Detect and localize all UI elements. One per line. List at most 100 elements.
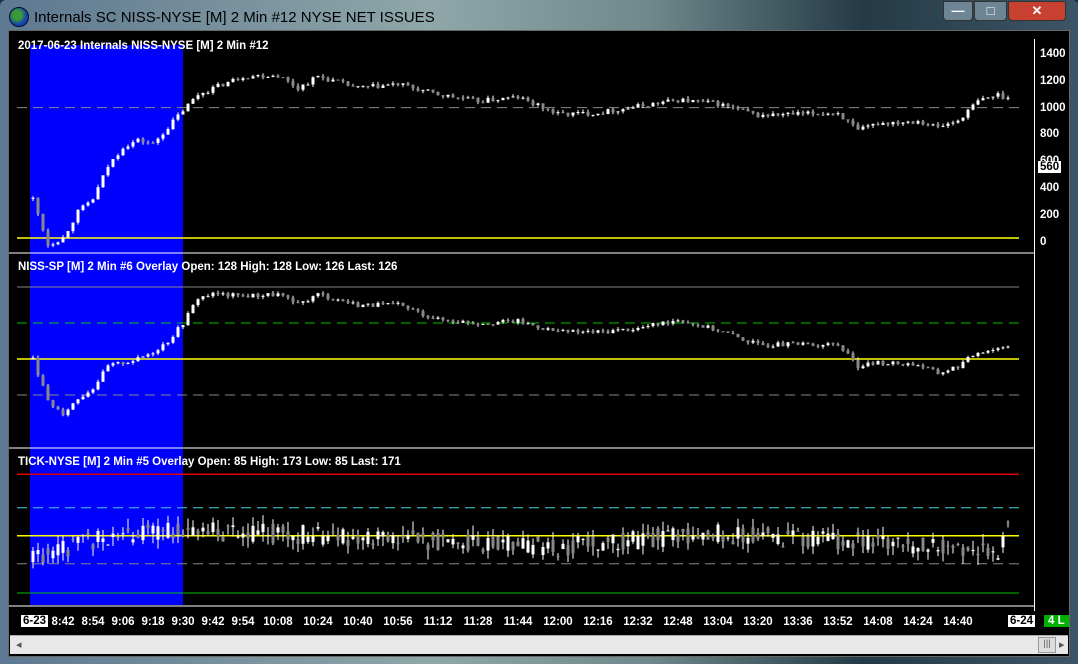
- candle-body: [201, 93, 205, 96]
- candle-body: [816, 536, 820, 545]
- candle-body: [831, 532, 835, 540]
- candle-body: [346, 81, 350, 86]
- minimize-button[interactable]: —: [943, 1, 973, 21]
- candle-body: [891, 541, 895, 547]
- candle-body: [561, 112, 565, 114]
- candle-body: [686, 528, 690, 544]
- candle-body: [606, 109, 610, 114]
- candle-body: [751, 111, 755, 113]
- candle-body: [816, 345, 820, 347]
- candle-body: [326, 535, 330, 542]
- candle-body: [436, 533, 440, 550]
- candle-body: [31, 197, 35, 199]
- candle-body: [286, 295, 290, 298]
- scroll-right-arrow-icon[interactable]: ▸: [1059, 638, 1065, 651]
- candle-body: [736, 334, 740, 338]
- candle-body: [506, 535, 510, 551]
- candle-body: [586, 536, 590, 547]
- candle-body: [681, 320, 685, 323]
- candle-body: [911, 363, 915, 366]
- candle-body: [671, 528, 675, 541]
- candle-body: [976, 352, 980, 357]
- candle-body: [211, 292, 215, 297]
- candle-body: [666, 99, 670, 102]
- candle-body: [626, 328, 630, 332]
- maximize-button[interactable]: □: [974, 1, 1007, 21]
- candle-body: [541, 328, 545, 330]
- candle-body: [56, 406, 60, 410]
- candle-body: [661, 531, 665, 547]
- candle-body: [511, 320, 515, 323]
- candle-body: [656, 528, 660, 541]
- time-axis-label: 11:12: [423, 616, 453, 628]
- candle-body: [66, 549, 70, 557]
- candle-body: [321, 293, 325, 295]
- chart-canvas[interactable]: [9, 31, 1071, 635]
- candle-body: [376, 531, 380, 540]
- time-axis-label: 13:20: [743, 616, 773, 628]
- candle-body: [491, 324, 495, 326]
- candle-body: [126, 362, 130, 364]
- close-button[interactable]: ✕: [1008, 1, 1066, 21]
- horizontal-scrollbar[interactable]: ◂ ||| ▸: [10, 635, 1068, 654]
- candle-body: [531, 100, 535, 105]
- time-axis-label: 11:44: [503, 616, 533, 628]
- candle-body: [121, 362, 125, 364]
- candle-body: [856, 532, 860, 536]
- candle-body: [541, 103, 545, 109]
- candle-body: [836, 343, 840, 346]
- candle-body: [141, 525, 145, 541]
- candle-body: [241, 533, 245, 538]
- candle-body: [491, 97, 495, 102]
- candle-body: [536, 103, 540, 105]
- chart-area[interactable]: 2017-06-23 Internals NISS-NYSE [M] 2 Min…: [8, 30, 1070, 657]
- candle-body: [281, 77, 285, 79]
- candle-body: [956, 366, 960, 369]
- candle-body: [846, 350, 850, 354]
- candle-body: [846, 540, 850, 548]
- candle-body: [166, 342, 170, 345]
- candle-body: [931, 124, 935, 126]
- candle-body: [101, 538, 105, 542]
- candle-body: [646, 106, 650, 108]
- candle-body: [691, 323, 695, 325]
- scroll-thumb[interactable]: |||: [1038, 637, 1056, 653]
- candle-body: [1006, 346, 1010, 348]
- candle-body: [756, 112, 760, 117]
- candle-body: [146, 354, 150, 357]
- candle-body: [736, 107, 740, 109]
- candle-body: [546, 328, 550, 330]
- candle-body: [476, 537, 480, 546]
- candle-body: [841, 540, 845, 546]
- candle-body: [536, 325, 540, 329]
- candle-body: [301, 525, 305, 544]
- candle-body: [296, 85, 300, 90]
- candle-body: [81, 205, 85, 210]
- candle-body: [641, 104, 645, 107]
- candle-body: [611, 330, 615, 334]
- candle-body: [356, 535, 360, 544]
- candle-body: [791, 342, 795, 344]
- candle-body: [526, 97, 530, 101]
- candle-body: [996, 348, 1000, 351]
- candle-body: [666, 530, 670, 532]
- candle-body: [451, 320, 455, 323]
- candle-body: [781, 342, 785, 347]
- candle-body: [341, 80, 345, 82]
- candle-body: [121, 148, 125, 156]
- candle-body: [276, 75, 280, 78]
- candle-body: [671, 99, 675, 101]
- scroll-left-arrow-icon[interactable]: ◂: [16, 638, 22, 651]
- candle-body: [986, 97, 990, 99]
- candle-body: [591, 114, 595, 116]
- candle-body: [991, 350, 995, 352]
- candle-body: [801, 342, 805, 345]
- candle-body: [496, 322, 500, 325]
- candle-body: [426, 89, 430, 91]
- window-title: Internals SC NISS-NYSE [M] 2 Min #12 NYS…: [34, 9, 435, 26]
- candle-body: [716, 524, 720, 542]
- candle-body: [331, 79, 335, 82]
- candle-body: [426, 315, 430, 318]
- candle-body: [991, 96, 995, 98]
- time-axis-label: 14:40: [943, 616, 973, 628]
